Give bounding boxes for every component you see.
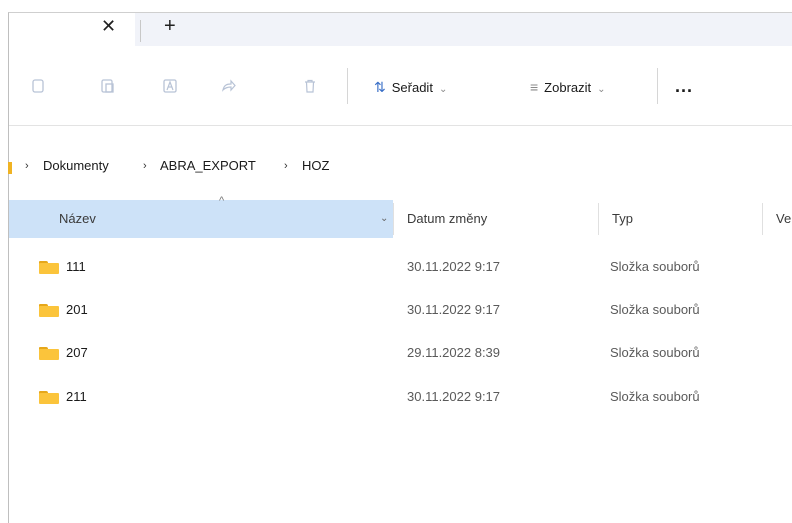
sort-label: Seřadit [391, 80, 433, 95]
close-tab-icon[interactable]: ✕ [101, 17, 116, 35]
file-type: Složka souborů [610, 302, 700, 317]
file-date: 30.11.2022 9:17 [407, 389, 501, 404]
file-type: Složka souborů [610, 389, 700, 404]
column-header-type[interactable]: Typ [612, 200, 633, 238]
delete-icon[interactable] [301, 78, 319, 96]
toolbar-separator [657, 68, 658, 104]
view-button[interactable]: ≡ Zobrazit ⌄ [530, 76, 606, 98]
copy-icon[interactable] [99, 78, 117, 96]
tab-divider [140, 20, 141, 42]
file-date: 30.11.2022 9:17 [407, 259, 501, 274]
column-divider[interactable] [762, 203, 763, 235]
file-row[interactable]: 111 30.11.2022 9:17 Složka souborů [9, 245, 792, 289]
folder-icon [39, 347, 59, 360]
sort-ascending-icon: ^ [219, 195, 225, 207]
new-tab-icon[interactable]: + [164, 13, 176, 39]
view-icon: ≡ [530, 79, 539, 95]
file-name: 111 [66, 259, 86, 274]
file-row[interactable]: 201 30.11.2022 9:17 Složka souborů [9, 288, 792, 332]
view-label: Zobrazit [544, 80, 592, 95]
folder-icon [39, 261, 59, 274]
file-name: 201 [66, 302, 88, 317]
breadcrumb-separator: › [143, 160, 147, 172]
tab-current[interactable] [9, 13, 135, 46]
sort-icon: ⇅ [374, 79, 386, 95]
folder-icon [39, 391, 59, 404]
file-date: 30.11.2022 9:17 [407, 302, 501, 317]
more-options-icon[interactable]: ... [675, 77, 693, 95]
toolbar-separator [347, 68, 348, 104]
breadcrumb-separator: › [25, 160, 29, 172]
chevron-down-icon: ⌄ [597, 84, 606, 95]
share-icon[interactable] [219, 78, 237, 96]
file-name: 207 [66, 345, 88, 360]
column-header-date[interactable]: Datum změny [407, 200, 487, 238]
file-date: 29.11.2022 8:39 [407, 345, 501, 360]
column-divider[interactable] [393, 203, 394, 235]
cut-icon[interactable] [29, 78, 47, 96]
chevron-down-icon[interactable]: ⌄ [380, 200, 388, 238]
rename-icon[interactable] [161, 78, 179, 96]
sort-button[interactable]: ⇅ Seřadit ⌄ [374, 76, 447, 98]
toolbar-divider [9, 125, 792, 126]
folder-icon [8, 162, 12, 174]
folder-icon [39, 304, 59, 317]
chevron-down-icon: ⌄ [438, 84, 448, 95]
breadcrumb-item-hoz[interactable]: HOZ [302, 155, 329, 177]
file-row[interactable]: 211 30.11.2022 9:17 Složka souborů [9, 375, 792, 419]
column-header-size[interactable]: Ve [776, 200, 791, 238]
file-type: Složka souborů [610, 345, 700, 360]
breadcrumb-item-abra-export[interactable]: ABRA_EXPORT [160, 155, 256, 177]
file-name: 211 [66, 389, 87, 404]
breadcrumb-separator: › [284, 160, 288, 172]
file-type: Složka souborů [610, 259, 700, 274]
breadcrumb-item-dokumenty[interactable]: Dokumenty [43, 155, 109, 177]
file-row[interactable]: 207 29.11.2022 8:39 Složka souborů [9, 331, 792, 375]
column-header-name[interactable]: Název [59, 200, 96, 238]
column-divider[interactable] [598, 203, 599, 235]
